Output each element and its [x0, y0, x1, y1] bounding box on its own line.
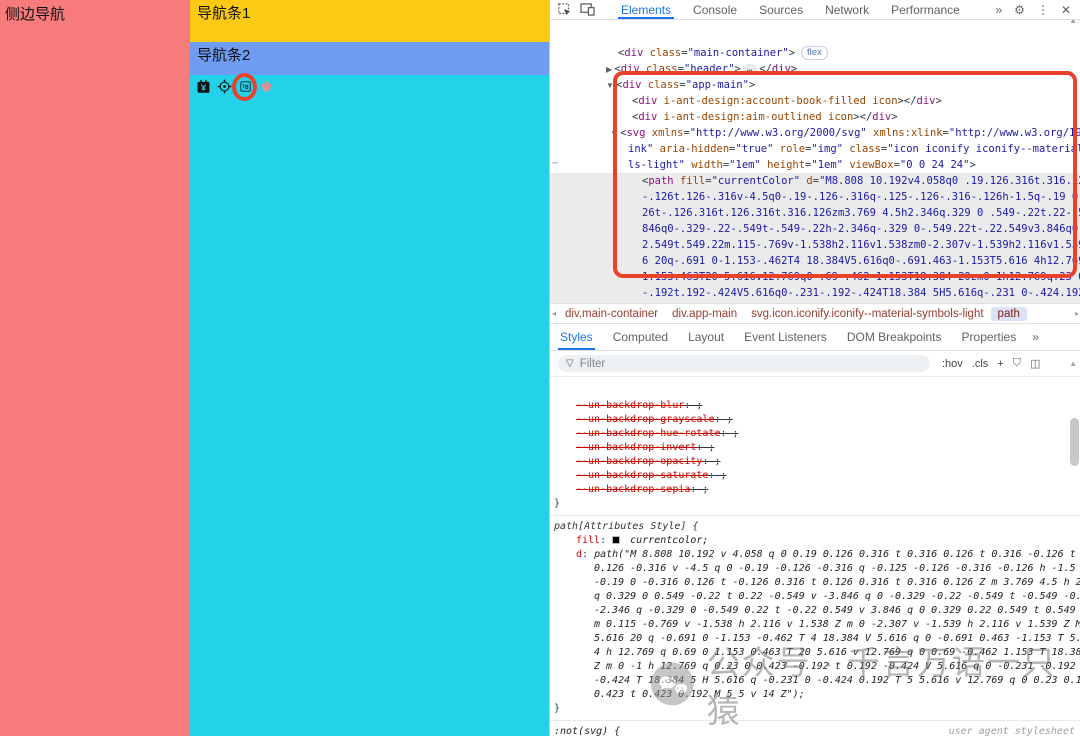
sidebar-panel-icon[interactable]: ◫ [1030, 357, 1040, 370]
code-line[interactable]: q 0.329 0 0.549 -0.22 t 0.22 -0.549 v -3… [550, 590, 1080, 604]
red-rectangle-annotation [613, 71, 1077, 278]
code-line[interactable]: 5.616 20 q -0.691 0 -1.153 -0.462 T 4 18… [550, 632, 1080, 646]
styles-tab-dom-breakpoints[interactable]: DOM Breakpoints [837, 324, 952, 350]
breadcrumb-item[interactable]: path [991, 307, 1027, 321]
settings-gear-icon[interactable]: ⚙ [1009, 3, 1030, 17]
code-line[interactable]: <div class="main-container">flex [550, 45, 1080, 61]
devtools-tabs: ElementsConsoleSourcesNetworkPerformance [610, 0, 971, 19]
navbar1-label: 导航条1 [197, 5, 250, 22]
devtools-tab-elements[interactable]: Elements [610, 0, 682, 19]
page-content [190, 75, 549, 736]
toggle-class-button[interactable]: .cls [972, 358, 989, 370]
code-line[interactable]: d: path("M 8.808 10.192 v 4.058 q 0 0.19… [550, 548, 1080, 562]
styles-filter-input[interactable]: ▽ Filter [558, 355, 930, 372]
user-agent-stylesheet-label: user agent stylesheet [949, 725, 1075, 736]
code-line[interactable]: 0.423 t 0.423 0.192 M 5 5 v 14 Z"); [550, 688, 1080, 702]
code-line[interactable]: path[Attributes Style] { [550, 520, 1080, 534]
styles-tab-computed[interactable]: Computed [603, 324, 678, 350]
breadcrumb-item[interactable]: svg.icon.iconify.iconify--material-symbo… [744, 307, 990, 321]
devtools-tab-console[interactable]: Console [682, 0, 748, 19]
filter-placeholder: Filter [580, 358, 606, 370]
screenshot-stage: 侧边导航 导航条1 导航条2 [0, 0, 1080, 736]
devtools-toolbar: ElementsConsoleSourcesNetworkPerformance… [550, 0, 1080, 20]
code-line[interactable]: fill: currentcolor; [550, 534, 1080, 548]
red-ellipse-annotation [232, 73, 257, 101]
code-line[interactable]: -0.19 0 -0.316 0.126 t -0.126 0.316 t 0.… [550, 576, 1080, 590]
row-menu-dots-icon[interactable]: ⋯ [552, 156, 559, 172]
code-line[interactable]: --un-backdrop-hue-rotate: ; [550, 427, 1080, 441]
styles-scroll-up-icon[interactable]: ▲ [1069, 359, 1077, 368]
section-separator [550, 720, 1080, 721]
page-main-column: 导航条1 导航条2 [190, 0, 549, 736]
aim-crosshair-icon[interactable] [217, 79, 232, 94]
device-toolbar-icon[interactable] [579, 2, 596, 17]
code-line[interactable]: :not(svg) {user agent stylesheet [550, 725, 1080, 736]
breadcrumb-item[interactable]: div.app-main [665, 307, 744, 321]
code-line[interactable]: --un-backdrop-opacity: ; [550, 455, 1080, 469]
code-line[interactable]: 4 h 12.769 q 0.69 0 1.153 0.463 T 20 5.6… [550, 646, 1080, 660]
code-line[interactable]: --un-backdrop-grayscale: ; [550, 413, 1080, 427]
code-line[interactable]: --un-backdrop-invert: ; [550, 441, 1080, 455]
styles-sidebar-tabs: StylesComputedLayoutEvent ListenersDOM B… [550, 324, 1080, 351]
sidebar-title: 侧边导航 [5, 6, 65, 23]
navbar-2[interactable]: 导航条2 [190, 42, 549, 75]
close-devtools-icon[interactable]: ✕ [1056, 3, 1076, 17]
devtools-tab-sources[interactable]: Sources [748, 0, 814, 19]
funnel-filter-icon: ▽ [566, 358, 574, 369]
code-line[interactable]: } [550, 702, 1080, 716]
styles-filter-controls: :hov .cls + ⛉ ◫ [942, 357, 1040, 370]
code-line[interactable]: --un-backdrop-sepia: ; [550, 483, 1080, 497]
more-tabs-chevron[interactable]: » [990, 3, 1007, 17]
devtools-panel: ElementsConsoleSourcesNetworkPerformance… [549, 0, 1080, 736]
breadcrumb-right-arrow-icon[interactable]: ▸ [1073, 309, 1080, 318]
code-line[interactable]: 0.126 -0.316 v -4.5 q 0 -0.19 -0.126 -0.… [550, 562, 1080, 576]
styles-tab-properties[interactable]: Properties [952, 324, 1027, 350]
styles-tab-layout[interactable]: Layout [678, 324, 734, 350]
code-line[interactable]: --un-backdrop-blur: ; [550, 399, 1080, 413]
code-line[interactable]: m 0.115 -0.769 v -1.538 h 2.116 v 1.538 … [550, 618, 1080, 632]
web-page: 侧边导航 导航条1 导航条2 [0, 0, 549, 736]
new-style-rule-button[interactable]: + [997, 358, 1003, 370]
toggle-hover-state-button[interactable]: :hov [942, 358, 963, 370]
code-line[interactable]: --un-backdrop-saturate: ; [550, 469, 1080, 483]
styles-filter-bar: ▽ Filter :hov .cls + ⛉ ◫ ▲ [550, 351, 1080, 377]
icons-row [196, 79, 274, 94]
section-separator [550, 515, 1080, 516]
kebab-menu-icon[interactable]: ⋮ [1032, 3, 1054, 17]
breadcrumb: ◂div.main-containerdiv.app-mainsvg.icon.… [550, 303, 1080, 324]
rendering-brush-icon[interactable]: ⛉ [1013, 357, 1021, 370]
account-book-icon[interactable] [196, 79, 211, 94]
styles-scrollbar-thumb[interactable] [1070, 418, 1079, 466]
styles-tab-event-listeners[interactable]: Event Listeners [734, 324, 837, 350]
code-line[interactable]: -2.346 q -0.329 0 -0.549 0.22 t -0.22 0.… [550, 604, 1080, 618]
styles-tab-styles[interactable]: Styles [550, 324, 603, 350]
breadcrumb-item[interactable]: div.main-container [558, 307, 665, 321]
toolbar-right-controls: » ⚙ ⋮ ✕ [990, 3, 1080, 17]
styles-more-tabs-chevron[interactable]: » [1026, 330, 1045, 344]
styles-pane: --un-backdrop-blur: ;--un-backdrop-grays… [550, 377, 1080, 736]
inspect-element-icon[interactable] [556, 2, 573, 17]
code-line[interactable]: Z m 0 -1 h 12.769 q 0.23 0 0.423 -0.192 … [550, 660, 1080, 674]
devtools-tab-network[interactable]: Network [814, 0, 880, 19]
red-masked-icon[interactable] [259, 79, 274, 94]
navbar2-label: 导航条2 [197, 47, 250, 64]
code-line[interactable]: -.192t.192-.424V5.616q0-.231-.192-.424T1… [550, 285, 1080, 301]
breadcrumb-left-arrow-icon[interactable]: ◂ [550, 309, 558, 318]
devtools-tab-performance[interactable]: Performance [880, 0, 971, 19]
sidebar-nav[interactable]: 侧边导航 [0, 0, 190, 736]
navbar-1[interactable]: 导航条1 [190, 0, 549, 42]
code-line[interactable]: -0.424 T 18.384 5 H 5.616 q -0.231 0 -0.… [550, 674, 1080, 688]
code-line[interactable]: } [550, 497, 1080, 511]
